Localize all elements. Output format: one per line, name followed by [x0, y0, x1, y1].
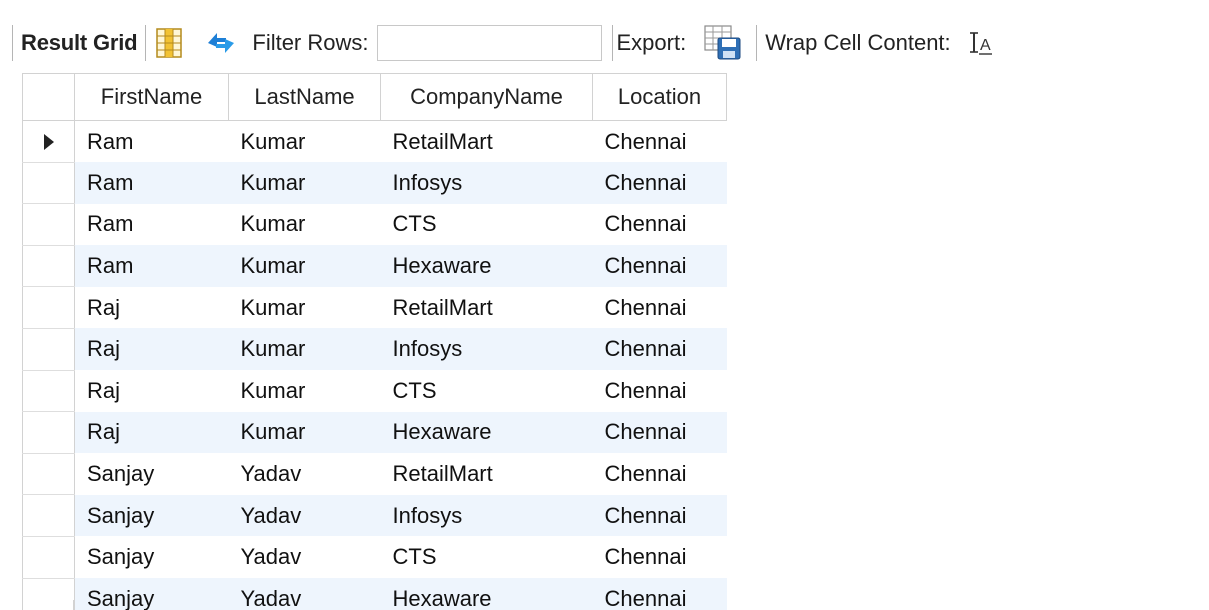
table-row[interactable]: Sanjay Yadav Infosys Chennai — [22, 494, 727, 537]
column-header-lastname[interactable]: LastName — [228, 73, 381, 121]
cell-lastname[interactable]: Kumar — [228, 370, 381, 412]
export-label: Export: — [616, 30, 687, 55]
cell-firstname[interactable]: Sanjay — [74, 578, 229, 610]
cell-location[interactable]: Chennai — [592, 370, 727, 412]
table-row[interactable]: Sanjay Yadav RetailMart Chennai — [22, 453, 727, 496]
svg-text:A: A — [980, 37, 991, 54]
cell-location[interactable]: Chennai — [592, 245, 727, 287]
cell-companyname[interactable]: CTS — [380, 203, 593, 246]
result-grid-panel: Result Grid Filter Rows: Export: Wrap Ce… — [0, 0, 1209, 610]
toolbar-separator — [145, 25, 147, 61]
cell-firstname[interactable]: Sanjay — [74, 453, 229, 495]
row-header[interactable] — [22, 162, 75, 205]
result-toolbar: Result Grid Filter Rows: Export: Wrap Ce… — [12, 14, 1202, 72]
cell-lastname[interactable]: Kumar — [228, 203, 381, 246]
cell-location[interactable]: Chennai — [592, 120, 727, 163]
table-row[interactable]: Ram Kumar Infosys Chennai — [22, 162, 727, 205]
cell-firstname[interactable]: Raj — [74, 286, 229, 329]
cell-lastname[interactable]: Kumar — [228, 328, 381, 371]
cell-firstname[interactable]: Ram — [74, 245, 229, 287]
cell-location[interactable]: Chennai — [592, 536, 727, 579]
cell-location[interactable]: Chennai — [592, 203, 727, 246]
cell-firstname[interactable]: Raj — [74, 411, 229, 454]
table-row[interactable]: Ram Kumar RetailMart Chennai — [22, 120, 727, 163]
cell-companyname[interactable]: Hexaware — [380, 245, 593, 287]
row-header[interactable] — [22, 494, 75, 537]
row-header[interactable] — [22, 120, 75, 163]
cell-lastname[interactable]: Yadav — [228, 536, 381, 579]
toolbar-separator — [756, 25, 758, 61]
cell-firstname[interactable]: Raj — [74, 328, 229, 371]
cell-companyname[interactable]: RetailMart — [380, 120, 593, 163]
cell-location[interactable]: Chennai — [592, 453, 727, 495]
table-row[interactable]: Ram Kumar Hexaware Chennai — [22, 245, 727, 288]
cell-companyname[interactable]: Infosys — [380, 162, 593, 204]
cell-location[interactable]: Chennai — [592, 494, 727, 537]
row-header[interactable] — [22, 411, 75, 454]
toolbar-separator — [12, 25, 13, 61]
table-row[interactable]: Ram Kumar CTS Chennai — [22, 203, 727, 246]
row-header[interactable] — [22, 328, 75, 371]
cell-companyname[interactable]: RetailMart — [380, 286, 593, 329]
cell-location[interactable]: Chennai — [592, 578, 727, 610]
cell-firstname[interactable]: Raj — [74, 370, 229, 412]
refresh-icon[interactable] — [204, 28, 238, 58]
cell-firstname[interactable]: Sanjay — [74, 494, 229, 537]
toolbar-separator — [611, 25, 613, 61]
wrap-cell-content-label: Wrap Cell Content: — [765, 30, 951, 55]
cell-lastname[interactable]: Yadav — [228, 494, 381, 537]
cell-companyname[interactable]: CTS — [380, 370, 593, 412]
export-save-icon[interactable] — [704, 25, 742, 61]
cell-lastname[interactable]: Kumar — [228, 120, 381, 163]
table-row[interactable]: Sanjay Yadav CTS Chennai — [22, 536, 727, 579]
row-header-partial — [22, 600, 74, 610]
table-row[interactable]: Raj Kumar CTS Chennai — [22, 370, 727, 413]
cell-location[interactable]: Chennai — [592, 411, 727, 454]
cell-firstname[interactable]: Sanjay — [74, 536, 229, 579]
cell-companyname[interactable]: Hexaware — [380, 578, 593, 610]
cell-lastname[interactable]: Kumar — [228, 162, 381, 204]
table-row[interactable]: Raj Kumar Hexaware Chennai — [22, 411, 727, 454]
cell-location[interactable]: Chennai — [592, 328, 727, 371]
table-row[interactable]: Raj Kumar Infosys Chennai — [22, 328, 727, 371]
cell-companyname[interactable]: Hexaware — [380, 411, 593, 454]
row-header[interactable] — [22, 453, 75, 496]
row-header[interactable] — [22, 203, 75, 246]
cell-lastname[interactable]: Kumar — [228, 286, 381, 329]
cell-lastname[interactable]: Kumar — [228, 411, 381, 454]
column-header-location[interactable]: Location — [592, 73, 727, 121]
cell-companyname[interactable]: Infosys — [380, 494, 593, 537]
cell-companyname[interactable]: Infosys — [380, 328, 593, 371]
filter-rows-input[interactable] — [376, 25, 602, 61]
cell-location[interactable]: Chennai — [592, 162, 727, 204]
row-header[interactable] — [22, 245, 75, 288]
cell-firstname[interactable]: Ram — [74, 120, 229, 163]
current-row-pointer-icon — [43, 134, 54, 151]
cell-firstname[interactable]: Ram — [74, 203, 229, 246]
table-row[interactable]: Raj Kumar RetailMart Chennai — [22, 286, 727, 329]
cell-firstname[interactable]: Ram — [74, 162, 229, 204]
row-header[interactable] — [22, 286, 75, 329]
cell-companyname[interactable]: CTS — [380, 536, 593, 579]
result-grid-label[interactable]: Result Grid — [21, 30, 138, 56]
header-row: FirstName LastName CompanyName Location — [22, 73, 727, 121]
cell-companyname[interactable]: RetailMart — [380, 453, 593, 495]
result-table: FirstName LastName CompanyName Location … — [22, 73, 727, 610]
cell-lastname[interactable]: Yadav — [228, 453, 381, 495]
column-header-firstname[interactable]: FirstName — [74, 73, 229, 121]
row-header-corner[interactable] — [22, 73, 75, 121]
result-grid: FirstName LastName CompanyName Location … — [22, 73, 732, 610]
table-row[interactable]: Sanjay Yadav Hexaware Chennai — [22, 578, 727, 610]
cell-lastname[interactable]: Yadav — [228, 578, 381, 610]
wrap-text-icon[interactable]: A — [969, 30, 993, 56]
row-header[interactable] — [22, 536, 75, 579]
filter-rows-label: Filter Rows: — [252, 30, 369, 55]
cell-lastname[interactable]: Kumar — [228, 245, 381, 287]
form-editor-grid-icon[interactable] — [156, 28, 183, 58]
row-header[interactable] — [22, 370, 75, 413]
column-header-companyname[interactable]: CompanyName — [380, 73, 593, 121]
cell-location[interactable]: Chennai — [592, 286, 727, 329]
